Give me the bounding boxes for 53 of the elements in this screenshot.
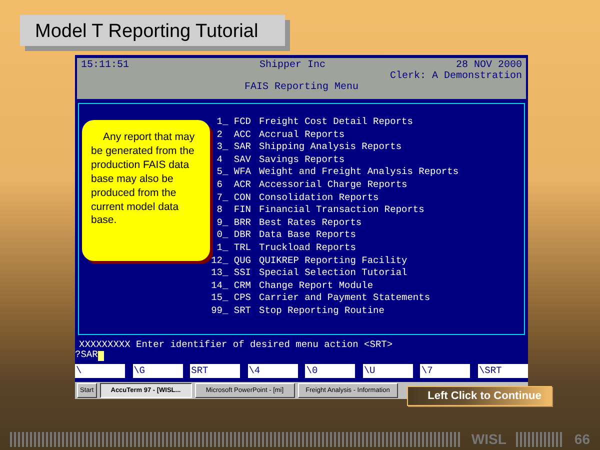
function-key-field[interactable]: \0	[305, 364, 356, 378]
function-key-field[interactable]: SRT	[190, 364, 240, 378]
menu-code[interactable]: 13_ SSI	[207, 267, 259, 280]
callout-text: Any report that may be generated from the production FAIS data base may also be produced from the current model data base.	[82, 120, 210, 261]
menu-code[interactable]: 1_ TRL	[207, 242, 259, 255]
menu-label[interactable]: Accessorial Charge Reports	[259, 178, 408, 192]
time-text: 15:11:51	[81, 60, 130, 71]
menu-code[interactable]: 2 ACC	[207, 128, 259, 142]
function-key-field[interactable]: \4	[248, 364, 298, 378]
menu-label[interactable]: Special Selection Tutorial	[259, 267, 408, 280]
function-key-field[interactable]: \	[75, 364, 125, 378]
company-text: Shipper Inc	[259, 60, 326, 71]
function-key-field[interactable]: \G	[132, 364, 183, 378]
clerk-text: Clerk: A Demonstration	[390, 71, 522, 82]
date-text: 28 NOV 2000	[456, 60, 522, 71]
function-key-field[interactable]: \U	[362, 364, 413, 378]
menu-code[interactable]: 7_ CON	[207, 192, 259, 204]
function-key-field[interactable]: \7	[420, 364, 470, 378]
page-number: 66	[574, 430, 590, 449]
function-key-field[interactable]: \SRT	[478, 364, 528, 378]
menu-label[interactable]: Change Report Module	[259, 280, 374, 292]
menu-label[interactable]: Data Base Reports	[259, 229, 356, 242]
menu-code[interactable]: 5_ WFA	[207, 166, 259, 179]
menu-code[interactable]: 9_ BRR	[207, 216, 259, 230]
menu-code[interactable]: 4 SAV	[207, 154, 259, 166]
cursor	[98, 350, 104, 360]
menu-label[interactable]: Savings Reports	[259, 154, 345, 166]
menu-label[interactable]: Weight and Freight Analysis Reports	[259, 166, 459, 179]
menu-label[interactable]: Financial Transaction Reports	[259, 204, 424, 217]
menu-label[interactable]: Shipping Analysis Reports	[259, 141, 402, 154]
menu-code[interactable]: 15_ CPS	[207, 292, 259, 305]
menu-label[interactable]: Truckload Reports	[259, 242, 356, 255]
menu-code[interactable]: 14_ CRM	[207, 280, 259, 292]
menu-label[interactable]: Consolidation Reports	[259, 192, 379, 204]
menu-label[interactable]: Freight Cost Detail Reports	[259, 116, 413, 129]
menu-code[interactable]: 12_ QUG	[207, 254, 259, 268]
prompt-text: XXXXXXXXX Enter identifier of desired menu action <SRT>	[79, 339, 393, 350]
menu-code[interactable]: 1_ FCD	[207, 116, 259, 129]
brand-text: WISL	[471, 430, 506, 449]
menu-code[interactable]: 0_ DBR	[207, 229, 259, 242]
menu-label[interactable]: Best Rates Reports	[259, 216, 362, 230]
command-input[interactable]: ?SAR	[75, 348, 98, 363]
menu-label[interactable]: Stop Reporting Routine	[259, 304, 384, 318]
menu-label[interactable]: Accrual Reports	[259, 128, 345, 142]
menu-code[interactable]: 6 ACR	[207, 178, 259, 192]
continue-button[interactable]: Left Click to Continue	[407, 386, 552, 406]
menu-label[interactable]: Carrier and Payment Statements	[259, 292, 430, 305]
menu-code[interactable]: 99_ SRT	[207, 304, 259, 318]
menu-code[interactable]: 3_ SAR	[207, 141, 259, 154]
menu-label[interactable]: QUIKREP Reporting Facility	[259, 254, 408, 268]
menu-title: FAIS Reporting Menu	[244, 82, 359, 93]
menu-code[interactable]: 8 FIN	[207, 204, 259, 217]
slide-title: Model T Reporting Tutorial	[20, 15, 285, 46]
